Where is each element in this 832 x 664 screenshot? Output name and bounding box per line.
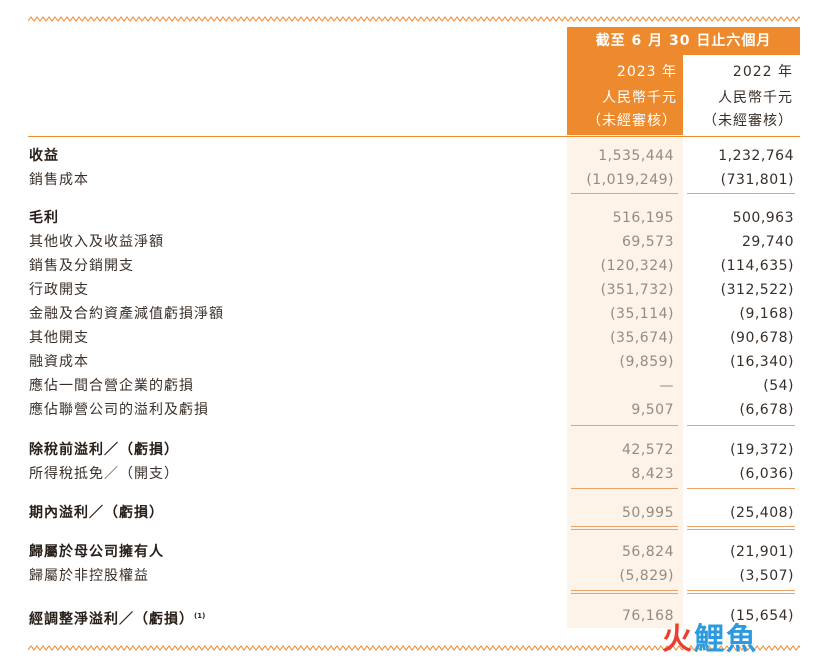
subtotal-rule bbox=[687, 488, 795, 489]
row-label: 金融及合約資產減值虧損淨額 bbox=[29, 306, 224, 322]
col-2022-year: 2022 年 bbox=[732, 64, 793, 80]
value-2022: (25,408) bbox=[730, 505, 794, 521]
value-2023: 1,535,444 bbox=[598, 148, 674, 164]
value-2022: (19,372) bbox=[730, 442, 794, 458]
total-double-rule bbox=[687, 526, 795, 527]
top-zigzag-border bbox=[28, 16, 800, 22]
table-row: 其他開支 (35,674) (90,678) bbox=[0, 326, 832, 350]
total-double-rule bbox=[687, 529, 795, 530]
total-double-rule bbox=[571, 593, 678, 594]
row-label: 毛利 bbox=[29, 210, 59, 226]
subtotal-rule bbox=[687, 193, 795, 194]
subtotal-rule bbox=[571, 425, 678, 426]
table-row: 應佔一間合營企業的虧損 — (54) bbox=[0, 374, 832, 398]
value-2022: (312,522) bbox=[720, 282, 794, 298]
col-2023-year: 2023 年 bbox=[616, 64, 677, 80]
value-2023: (35,674) bbox=[610, 330, 674, 346]
table-row: 金融及合約資產減值虧損淨額 (35,114) (9,168) bbox=[0, 302, 832, 326]
col-2023-currency: 人民幣千元 bbox=[602, 90, 677, 106]
footnote-marker: (1) bbox=[194, 612, 206, 620]
row-label: 期內溢利／（虧損） bbox=[29, 505, 164, 521]
value-2023: 56,824 bbox=[622, 544, 674, 560]
subtotal-rule bbox=[687, 425, 795, 426]
value-2023: — bbox=[659, 378, 674, 394]
table-row: 應佔聯營公司的溢利及虧損 9,507 (6,678) bbox=[0, 398, 832, 422]
table-row: 行政開支 (351,732) (312,522) bbox=[0, 278, 832, 302]
value-2022: (6,678) bbox=[739, 402, 794, 418]
value-2023: 516,195 bbox=[612, 210, 674, 226]
table-row: 所得稅抵免／（開支） 8,423 (6,036) bbox=[0, 462, 832, 486]
value-2022: (114,635) bbox=[720, 258, 794, 274]
value-2022: 500,963 bbox=[732, 210, 794, 226]
value-2023: 76,168 bbox=[622, 608, 674, 624]
table-row: 毛利 516,195 500,963 bbox=[0, 206, 832, 230]
col-2023-note: （未經審核） bbox=[587, 113, 677, 129]
value-2022: (21,901) bbox=[730, 544, 794, 560]
row-label: 銷售成本 bbox=[29, 172, 89, 188]
row-label: 收益 bbox=[29, 148, 59, 164]
total-double-rule bbox=[571, 590, 678, 591]
value-2023: 69,573 bbox=[622, 234, 674, 250]
value-2023: 42,572 bbox=[622, 442, 674, 458]
row-label: 經調整淨溢利／（虧損）(1) bbox=[29, 604, 205, 632]
value-2023: 50,995 bbox=[622, 505, 674, 521]
value-2022: (16,340) bbox=[730, 354, 794, 370]
value-2022: 29,740 bbox=[742, 234, 794, 250]
watermark-part1: 火 bbox=[662, 622, 694, 657]
table-row: 期內溢利／（虧損） 50,995 (25,408) bbox=[0, 501, 832, 525]
table-row: 歸屬於母公司擁有人 56,824 (21,901) bbox=[0, 540, 832, 564]
value-2022: (90,678) bbox=[730, 330, 794, 346]
table-row: 其他收入及收益淨額 69,573 29,740 bbox=[0, 230, 832, 254]
col-2022-currency: 人民幣千元 bbox=[718, 90, 793, 106]
value-2023: (35,114) bbox=[610, 306, 674, 322]
row-label: 歸屬於非控股權益 bbox=[29, 568, 149, 584]
value-2023: (120,324) bbox=[600, 258, 674, 274]
value-2023: (1,019,249) bbox=[586, 172, 674, 188]
row-label: 其他收入及收益淨額 bbox=[29, 234, 164, 250]
value-2022: (731,801) bbox=[720, 172, 794, 188]
table-row: 融資成本 (9,859) (16,340) bbox=[0, 350, 832, 374]
row-label: 銷售及分銷開支 bbox=[29, 258, 134, 274]
table-row: 銷售成本 (1,019,249) (731,801) bbox=[0, 168, 832, 192]
row-label: 融資成本 bbox=[29, 354, 89, 370]
row-label: 應佔聯營公司的溢利及虧損 bbox=[29, 402, 209, 418]
value-2023: (351,732) bbox=[600, 282, 674, 298]
period-header: 截至 6 月 30 日止六個月 bbox=[595, 33, 772, 49]
row-label: 其他開支 bbox=[29, 330, 89, 346]
header-divider bbox=[28, 136, 800, 137]
row-label: 歸屬於母公司擁有人 bbox=[29, 544, 164, 560]
table-row: 除稅前溢利／（虧損） 42,572 (19,372) bbox=[0, 438, 832, 462]
table-row: 歸屬於非控股權益 (5,829) (3,507) bbox=[0, 564, 832, 588]
value-2022: (54) bbox=[763, 378, 794, 394]
value-2022: (9,168) bbox=[739, 306, 794, 322]
col-2022-note: （未經審核） bbox=[703, 113, 793, 129]
value-2022: (6,036) bbox=[739, 466, 794, 482]
total-double-rule bbox=[571, 529, 678, 530]
row-label: 行政開支 bbox=[29, 282, 89, 298]
value-2022: (3,507) bbox=[739, 568, 794, 584]
row-label: 除稅前溢利／（虧損） bbox=[29, 442, 179, 458]
value-2023: 8,423 bbox=[631, 466, 674, 482]
total-double-rule bbox=[687, 590, 795, 591]
value-2022: 1,232,764 bbox=[718, 148, 794, 164]
row-label-text: 經調整淨溢利／（虧損） bbox=[29, 611, 194, 628]
row-label: 所得稅抵免／（開支） bbox=[29, 466, 179, 482]
subtotal-rule bbox=[571, 193, 678, 194]
value-2023: (5,829) bbox=[619, 568, 674, 584]
watermark-logo: 火鯉魚 bbox=[662, 614, 758, 658]
table-row: 銷售及分銷開支 (120,324) (114,635) bbox=[0, 254, 832, 278]
row-label: 應佔一間合營企業的虧損 bbox=[29, 378, 194, 394]
total-double-rule bbox=[687, 593, 795, 594]
value-2023: 9,507 bbox=[631, 402, 674, 418]
total-double-rule bbox=[571, 526, 678, 527]
table-row: 收益 1,535,444 1,232,764 bbox=[0, 144, 832, 168]
subtotal-rule bbox=[571, 488, 678, 489]
value-2023: (9,859) bbox=[619, 354, 674, 370]
watermark-part2: 鯉魚 bbox=[694, 622, 758, 657]
